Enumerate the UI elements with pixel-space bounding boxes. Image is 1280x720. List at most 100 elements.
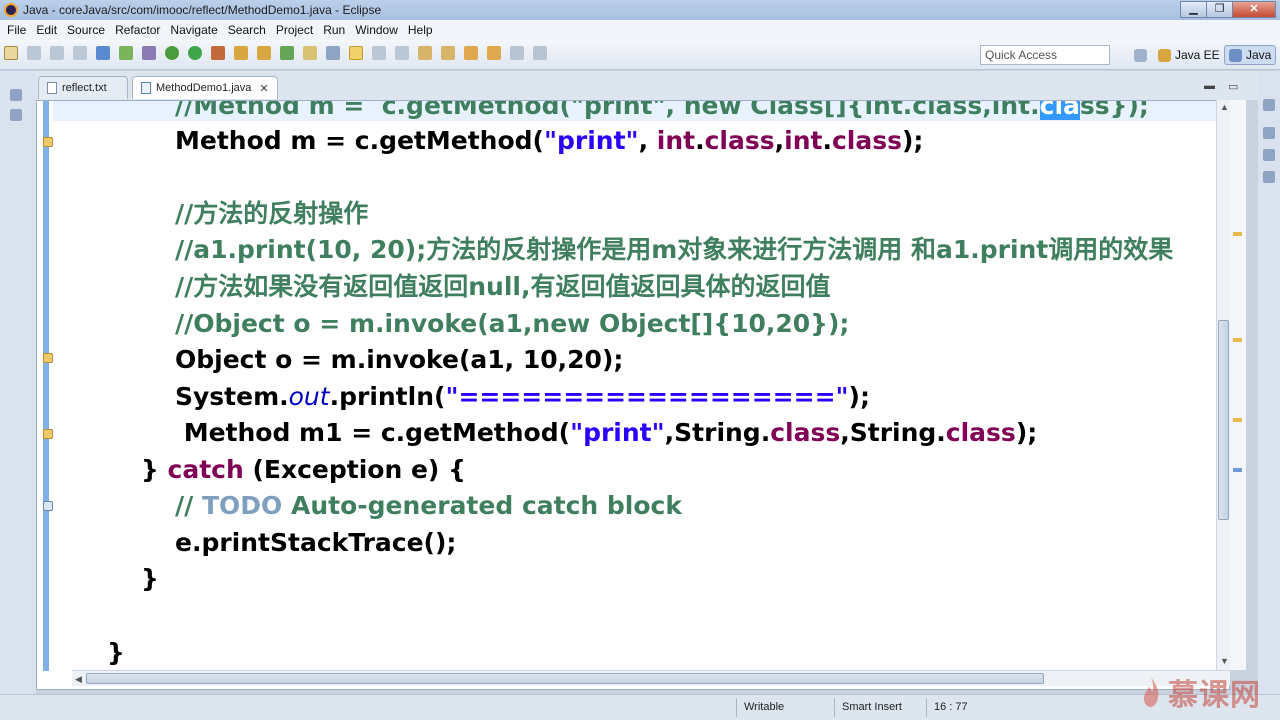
search-icon[interactable] (326, 46, 340, 60)
code-line: //Object o = m.invoke(a1,new Object[]{10… (175, 309, 850, 338)
menu-help[interactable]: Help (403, 23, 438, 37)
menu-file[interactable]: File (2, 23, 31, 37)
code-editor[interactable]: //Method m = c.getMethod("print", new Cl… (36, 100, 1230, 690)
new-icon[interactable] (4, 46, 18, 60)
package-explorer-icon[interactable] (10, 109, 22, 121)
code-line: //方法如果没有返回值返回null,有返回值返回具体的返回值 (175, 272, 831, 301)
debug-run-icon[interactable] (165, 46, 179, 60)
code-line: } catch (Exception e) { (141, 455, 466, 484)
show-whitespace-icon[interactable] (395, 46, 409, 60)
open-perspective-icon (1134, 48, 1147, 62)
next-annotation-icon[interactable] (418, 46, 432, 60)
code-line: e.printStackTrace(); (175, 528, 457, 557)
close-tab-icon[interactable]: ✕ (259, 82, 268, 95)
status-insert-mode: Smart Insert (842, 701, 902, 713)
outline-icon[interactable] (1263, 99, 1275, 111)
overview-warning-mark[interactable] (1233, 418, 1242, 422)
vertical-scrollbar[interactable]: ▲ ▼ (1216, 100, 1230, 670)
block-selection-icon[interactable] (372, 46, 386, 60)
code-line: //Method m = c.getMethod("print", new Cl… (53, 101, 1229, 121)
perspective-java-ee[interactable]: Java EE (1154, 45, 1224, 65)
restore-icon[interactable] (10, 89, 22, 101)
problems-icon[interactable] (1263, 149, 1275, 161)
close-button[interactable]: ✕ (1232, 1, 1276, 18)
menu-navigate[interactable]: Navigate (165, 23, 222, 37)
menu-source[interactable]: Source (62, 23, 110, 37)
skip-breakpoints-icon[interactable] (142, 46, 156, 60)
menu-refactor[interactable]: Refactor (110, 23, 165, 37)
flame-logo-icon (1143, 677, 1159, 707)
code-area[interactable]: //Method m = c.getMethod("print", new Cl… (37, 101, 1229, 671)
external-tools-icon[interactable] (211, 46, 225, 60)
build-icon[interactable] (119, 46, 133, 60)
scroll-up-icon[interactable]: ▲ (1220, 102, 1229, 112)
overview-warning-mark[interactable] (1233, 232, 1242, 236)
status-cursor-position: 16 : 77 (934, 701, 968, 713)
scroll-left-icon[interactable]: ◀ (75, 674, 82, 685)
forward-icon[interactable] (510, 46, 524, 60)
debug-icon[interactable] (96, 46, 110, 60)
perspective-java[interactable]: Java (1224, 45, 1277, 65)
minimize-button[interactable]: ▁ (1180, 1, 1207, 18)
mark-occurrences-icon[interactable] (349, 46, 363, 60)
watermark-text: 慕课网 (1168, 678, 1261, 713)
save-icon[interactable] (27, 46, 41, 60)
code-line: // TODO Auto-generated catch block (175, 491, 682, 520)
eclipse-logo-icon (4, 3, 18, 17)
status-separator (926, 698, 927, 717)
code-line: System.out.println("==================")… (175, 382, 870, 411)
horizontal-scrollbar[interactable]: ◀ (72, 670, 1230, 686)
tab-methoddemo1-java[interactable]: MethodDemo1.java ✕ (132, 76, 278, 99)
menu-search[interactable]: Search (223, 23, 271, 37)
back-icon[interactable] (487, 46, 501, 60)
new-package-icon[interactable] (257, 46, 271, 60)
java-file-icon (141, 82, 151, 94)
javadoc-icon[interactable] (1263, 171, 1275, 183)
menu-project[interactable]: Project (271, 23, 318, 37)
quick-access-input[interactable]: Quick Access (980, 45, 1110, 65)
overview-warning-mark[interactable] (1233, 338, 1242, 342)
scroll-down-icon[interactable]: ▼ (1220, 656, 1229, 666)
text-file-icon (47, 82, 57, 94)
horizontal-scroll-thumb[interactable] (86, 673, 1044, 684)
open-type-icon[interactable] (303, 46, 317, 60)
vertical-scroll-thumb[interactable] (1218, 320, 1229, 520)
minimize-view-icon[interactable]: ▬ (1204, 80, 1215, 92)
menu-edit[interactable]: Edit (31, 23, 62, 37)
maximize-button[interactable]: ❐ (1206, 1, 1233, 18)
overview-ruler[interactable] (1230, 100, 1246, 670)
code-line: } (107, 638, 125, 667)
code-line: Object o = m.invoke(a1, 10,20); (175, 345, 624, 374)
window-controls: ▁ ❐ ✕ (1180, 1, 1276, 18)
status-bar: Writable Smart Insert 16 : 77 (0, 694, 1280, 720)
pin-editor-icon[interactable] (533, 46, 547, 60)
tab-label: reflect.txt (62, 82, 107, 94)
task-list-icon[interactable] (1263, 127, 1275, 139)
imooc-watermark: 慕课网 (1140, 668, 1261, 716)
menu-run[interactable]: Run (318, 23, 350, 37)
toolbar-icons (4, 46, 556, 60)
maximize-view-icon[interactable]: ▭ (1228, 80, 1238, 93)
title-bar: Java - coreJava/src/com/imooc/reflect/Me… (0, 0, 1280, 20)
main-toolbar: Quick Access Java EE Java (0, 40, 1280, 70)
overview-task-mark[interactable] (1233, 468, 1242, 472)
left-trim-bar (0, 71, 36, 720)
window-title: Java - coreJava/src/com/imooc/reflect/Me… (23, 3, 382, 17)
open-perspective-button[interactable] (1130, 45, 1155, 65)
java-ee-icon (1158, 48, 1171, 62)
run-icon[interactable] (188, 46, 202, 60)
menu-window[interactable]: Window (350, 23, 403, 37)
status-mode: Writable (744, 701, 785, 713)
tab-reflect-txt[interactable]: reflect.txt (38, 76, 128, 99)
right-trim-bar (1258, 71, 1280, 720)
perspective-label: Java (1246, 48, 1272, 62)
save-all-icon[interactable] (50, 46, 64, 60)
code-line: Method m = c.getMethod("print", int.clas… (175, 126, 924, 155)
last-edit-icon[interactable] (464, 46, 478, 60)
eclipse-window: Java - coreJava/src/com/imooc/reflect/Me… (0, 0, 1280, 720)
print-icon[interactable] (73, 46, 87, 60)
previous-annotation-icon[interactable] (441, 46, 455, 60)
editor-tab-strip: reflect.txt MethodDemo1.java ✕ ▬ ▭ (0, 71, 1280, 100)
new-java-project-icon[interactable] (234, 46, 248, 60)
new-class-icon[interactable] (280, 46, 294, 60)
